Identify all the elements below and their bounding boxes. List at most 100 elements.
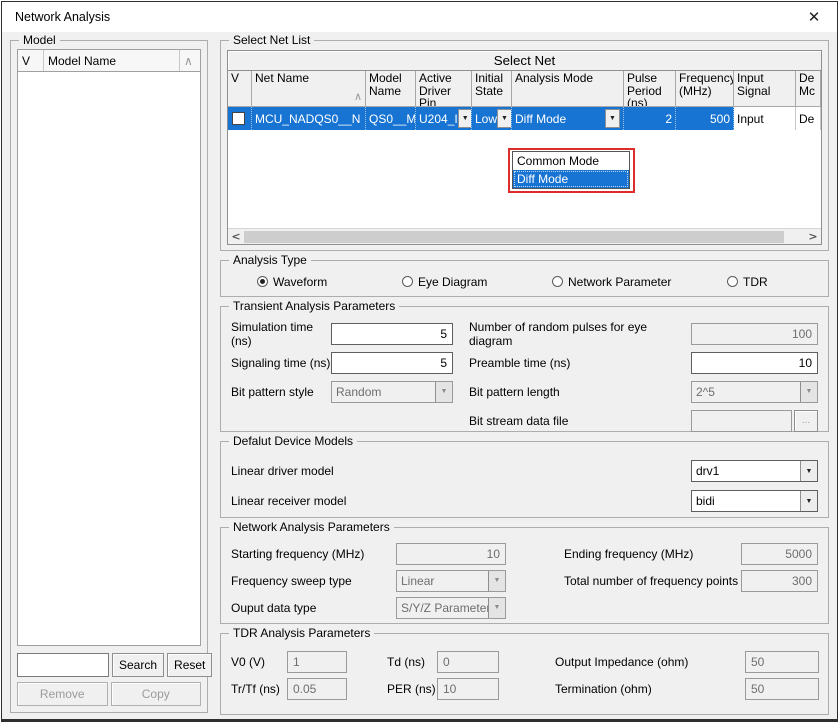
linear-driver-model-combo[interactable]: drv1▼ (691, 460, 818, 482)
sort-ascending-icon: ∧ (354, 91, 362, 104)
radio-waveform-label: Waveform (273, 275, 327, 289)
driver-model-row: Linear driver model drv1▼ (231, 456, 818, 486)
close-icon[interactable]: ✕ (791, 2, 837, 32)
row-pulse-period-cell[interactable]: 2 (624, 107, 676, 130)
radio-dot-icon (257, 276, 268, 287)
dropdown-arrow-icon: ▼ (435, 382, 452, 402)
col-header-pulse-period[interactable]: Pulse Period (ns) (624, 71, 676, 107)
simulation-time-label: Simulation time (ns) (231, 320, 331, 348)
row-active-driver-pin-cell[interactable]: U204_I▼ (416, 107, 472, 130)
output-impedance-label: Output Impedance (ohm) (555, 655, 745, 669)
radio-tdr[interactable]: TDR (727, 275, 820, 289)
ending-frequency-input (741, 543, 818, 565)
tdr-parameters-group: TDR Analysis Parameters V0 (V) Td (ns) O… (220, 633, 829, 715)
net-table-row: MCU_NADQS0__N QS0__MCU U204_I▼ Low▼ Diff… (228, 107, 821, 130)
select-net-button[interactable]: Select Net (227, 50, 822, 71)
analysis-type-label: Analysis Type (229, 253, 311, 267)
linear-driver-model-value: drv1 (692, 461, 800, 481)
device-models-label: Defalut Device Models (229, 434, 357, 448)
radio-dot-icon (552, 276, 563, 287)
scrollbar-thumb[interactable] (244, 231, 784, 243)
transient-row-4: Bit stream data file ... (231, 406, 818, 435)
analysis-type-options: Waveform Eye Diagram Network Parameter T… (229, 275, 820, 289)
bit-pattern-length-combo: 2^5▼ (691, 381, 818, 403)
per-label: PER (ns) (387, 682, 437, 696)
col-header-active-driver-pin[interactable]: Active Driver Pin (416, 71, 472, 107)
preamble-time-input[interactable] (691, 352, 818, 374)
select-net-list-group: Select Net List Select Net V Net Name∧ M… (220, 40, 829, 251)
col-header-check[interactable]: V (228, 71, 252, 107)
dropdown-arrow-icon: ▼ (488, 571, 505, 591)
dropdown-option-common-mode[interactable]: Common Mode (513, 152, 629, 170)
radio-eye-diagram[interactable]: Eye Diagram (402, 275, 552, 289)
dropdown-arrow-icon: ▼ (488, 598, 505, 618)
bit-pattern-style-combo: Random▼ (331, 381, 453, 403)
col-header-input-signal[interactable]: Input Signal (734, 71, 796, 107)
simulation-time-input[interactable] (331, 323, 453, 345)
model-list-header: V Model Name ∧ (17, 49, 201, 71)
row-net-name-cell[interactable]: MCU_NADQS0__N (252, 107, 366, 130)
v0-input (287, 651, 347, 673)
tdr-row-2: Tr/Tf (ns) PER (ns) Termination (ohm) (231, 675, 818, 702)
row-frequency-cell[interactable]: 500 (676, 107, 734, 130)
linear-driver-model-label: Linear driver model (231, 464, 691, 478)
row-model-name-cell[interactable]: QS0__MCU (366, 107, 416, 130)
model-name-column-header[interactable]: Model Name (44, 50, 180, 71)
row-check-cell (228, 107, 252, 130)
output-data-type-combo: S/Y/Z Parameter▼ (396, 597, 506, 619)
radio-waveform[interactable]: Waveform (257, 275, 402, 289)
preamble-time-label: Preamble time (ns) (469, 356, 691, 370)
model-panel: Model V Model Name ∧ Search Reset Remove… (10, 40, 208, 713)
model-search-input[interactable] (17, 653, 109, 677)
v0-label: V0 (V) (231, 655, 287, 669)
transient-row-3: Bit pattern style Random▼ Bit pattern le… (231, 377, 818, 406)
scroll-left-icon[interactable]: < (228, 229, 244, 245)
transient-parameters-group: Transient Analysis Parameters Simulation… (220, 306, 829, 432)
signaling-time-input[interactable] (331, 352, 453, 374)
receiver-model-row: Linear receiver model bidi▼ (231, 486, 818, 516)
network-row-1: Starting frequency (MHz) Ending frequenc… (231, 540, 818, 567)
initial-state-dropdown-icon[interactable]: ▼ (497, 109, 512, 128)
dropdown-arrow-icon[interactable]: ▼ (800, 461, 817, 481)
active-driver-pin-dropdown-icon[interactable]: ▼ (458, 109, 472, 128)
dialog-body: Model V Model Name ∧ Search Reset Remove… (2, 32, 837, 719)
row-initial-state-cell[interactable]: Low▼ (472, 107, 512, 130)
net-table-header: V Net Name∧ Model Name Active Driver Pin… (228, 71, 821, 107)
device-models-group: Defalut Device Models Linear driver mode… (220, 441, 829, 518)
col-header-frequency[interactable]: Frequency (MHz) (676, 71, 734, 107)
radio-eye-diagram-label: Eye Diagram (418, 275, 487, 289)
radio-dot-icon (402, 276, 413, 287)
col-header-analysis-mode[interactable]: Analysis Mode (512, 71, 624, 107)
scroll-right-icon[interactable]: > (805, 229, 821, 245)
row-input-signal-cell[interactable]: Input (734, 107, 796, 130)
frequency-sweep-type-combo: Linear▼ (396, 570, 506, 592)
linear-receiver-model-combo[interactable]: bidi▼ (691, 490, 818, 512)
analysis-mode-dropdown-icon[interactable]: ▼ (605, 109, 620, 128)
bit-stream-file-row: ... (691, 410, 818, 432)
frequency-sweep-type-value: Linear (397, 571, 488, 591)
model-check-column-header[interactable]: V (18, 50, 44, 71)
bit-pattern-style-value: Random (332, 382, 435, 402)
row-checkbox[interactable] (232, 112, 245, 125)
num-random-pulses-label: Number of random pulses for eye diagram (469, 320, 691, 348)
reset-button[interactable]: Reset (167, 653, 212, 677)
row-analysis-mode-cell[interactable]: Diff Mode▼ (512, 107, 624, 130)
right-panel: Select Net List Select Net V Net Name∧ M… (220, 40, 829, 713)
dropdown-arrow-icon[interactable]: ▼ (800, 491, 817, 511)
col-header-device-model[interactable]: De Mc (796, 71, 821, 107)
row-device-model-cell[interactable]: De (796, 107, 821, 130)
model-list[interactable] (17, 71, 201, 646)
radio-network-parameter[interactable]: Network Parameter (552, 275, 727, 289)
model-group: Model V Model Name ∧ Search Reset Remove… (10, 40, 208, 713)
tdr-row-1: V0 (V) Td (ns) Output Impedance (ohm) (231, 648, 818, 675)
dropdown-option-diff-mode[interactable]: Diff Mode (513, 170, 629, 188)
output-data-type-label: Ouput data type (231, 601, 396, 615)
output-data-type-value: S/Y/Z Parameter (397, 598, 488, 618)
col-header-model-name[interactable]: Model Name (366, 71, 416, 107)
search-button[interactable]: Search (112, 653, 164, 677)
transient-row-2: Signaling time (ns) Preamble time (ns) (231, 348, 818, 377)
col-header-initial-state[interactable]: Initial State (472, 71, 512, 107)
sort-ascending-icon[interactable]: ∧ (180, 50, 200, 71)
signaling-time-label: Signaling time (ns) (231, 356, 331, 370)
col-header-net-name[interactable]: Net Name∧ (252, 71, 366, 107)
